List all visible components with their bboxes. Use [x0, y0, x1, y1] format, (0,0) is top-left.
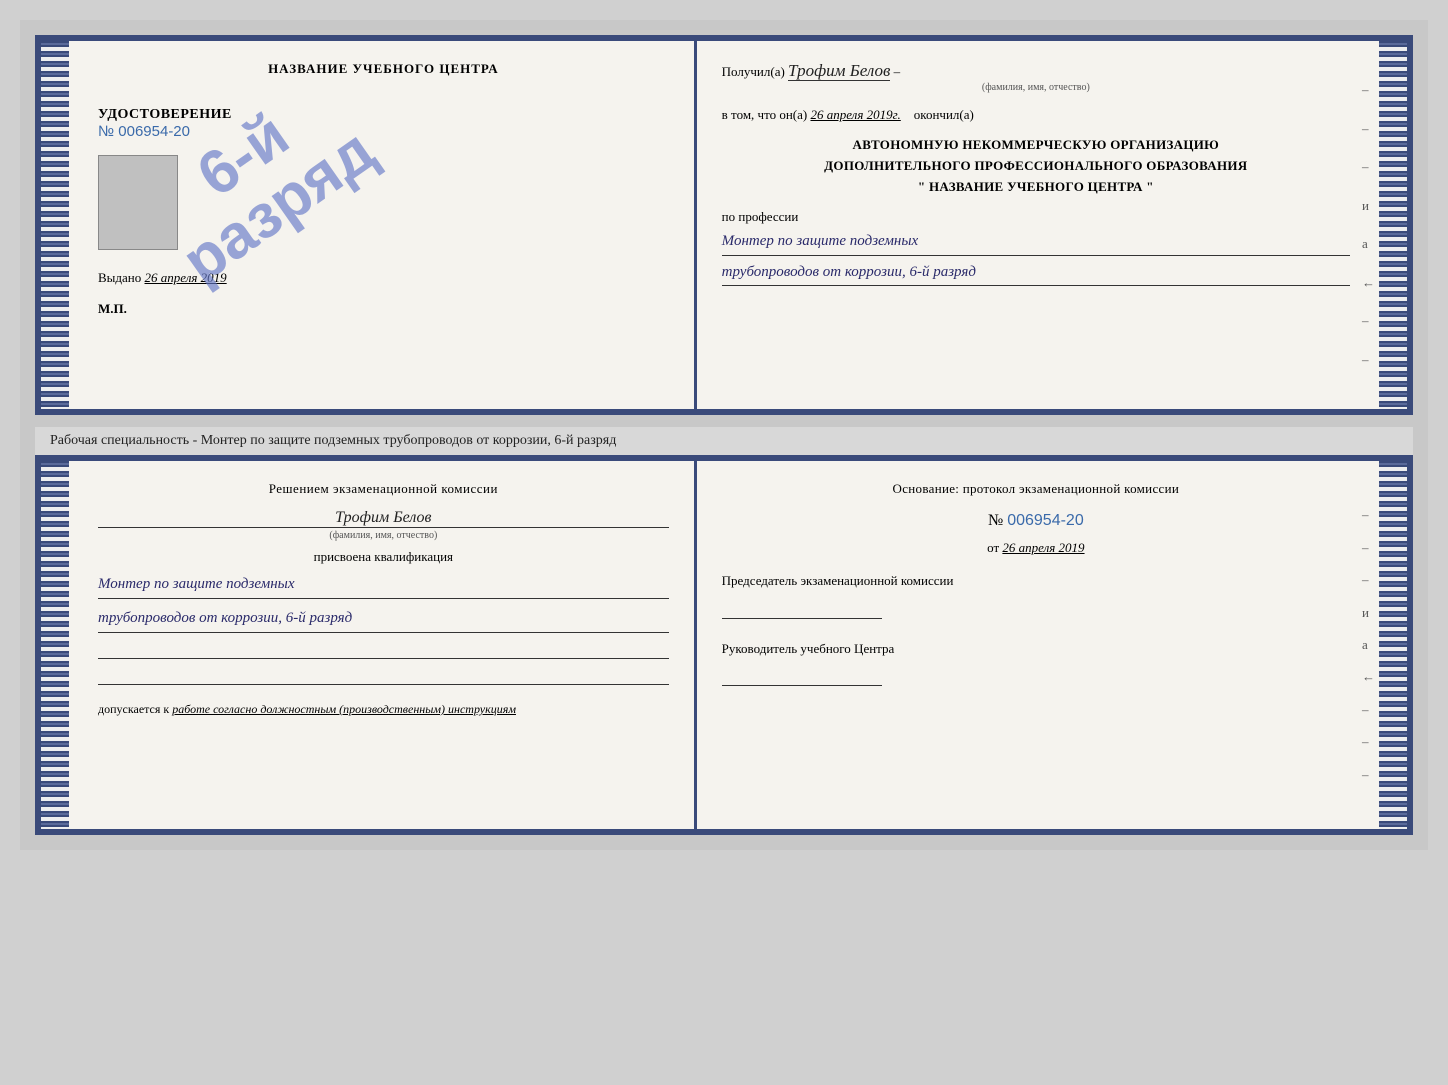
binding-right-top	[1379, 41, 1407, 409]
vydano-date: 26 апреля 2019	[145, 270, 227, 285]
udost-block: УДОСТОВЕРЕНИЕ № 006954-20	[98, 107, 669, 140]
vtom-line: в том, что он(а) 26 апреля 2019г. окончи…	[722, 107, 1350, 123]
osnovanie: Основание: протокол экзаменационной коми…	[722, 481, 1350, 497]
ot-date: от 26 апреля 2019	[722, 540, 1350, 556]
bottom-left-inner: Решением экзаменационной комиссии Трофим…	[98, 481, 669, 718]
udost-number: № 006954-20	[98, 123, 669, 140]
bottom-right-inner: Основание: протокол экзаменационной коми…	[722, 481, 1350, 686]
page-wrapper: НАЗВАНИЕ УЧЕБНОГО ЦЕНТРА 6-й разряд УДОС…	[20, 20, 1428, 850]
ot-date-value: 26 апреля 2019	[1002, 540, 1084, 555]
bottom-cert-right: Основание: протокол экзаменационной коми…	[697, 461, 1407, 829]
separator-text: Рабочая специальность - Монтер по защите…	[35, 427, 1413, 455]
bottom-name: Трофим Белов	[98, 509, 669, 528]
fio-label-bottom: (фамилия, имя, отчество)	[98, 530, 669, 541]
blank-line-2	[98, 665, 669, 685]
predsedatel-podpis	[722, 599, 882, 619]
udost-title: УДОСТОВЕРЕНИЕ	[98, 107, 669, 123]
name-block-bottom: Трофим Белов (фамилия, имя, отчество)	[98, 509, 669, 541]
binding-left-bottom	[41, 461, 69, 829]
top-left-title: НАЗВАНИЕ УЧЕБНОГО ЦЕНТРА	[98, 61, 669, 77]
prisvoena: присвоена квалификация	[98, 549, 669, 565]
kvalif-line1: Монтер по защите подземных	[98, 571, 669, 599]
binding-right-bottom	[1379, 461, 1407, 829]
poluchil-line: Получил(а) Трофим Белов – (фамилия, имя,…	[722, 61, 1350, 93]
dopuskaetsya-block: допускается к работе согласно должностны…	[98, 700, 669, 718]
profession-line2: трубопроводов от коррозии, 6-й разряд	[722, 260, 1350, 287]
mp-line: М.П.	[98, 301, 669, 317]
top-cert-left: НАЗВАНИЕ УЧЕБНОГО ЦЕНТРА 6-й разряд УДОС…	[41, 41, 697, 409]
profession-line1: Монтер по защите подземных	[722, 229, 1350, 256]
kvalif-line2: трубопроводов от коррозии, 6-й разряд	[98, 605, 669, 633]
side-lines-top-right: – – – и а ← – –	[1362, 71, 1375, 379]
predsedatel: Председатель экзаменационной комиссии	[722, 571, 1350, 591]
number-block: № 006954-20	[722, 512, 1350, 530]
top-right-inner: Получил(а) Трофим Белов – (фамилия, имя,…	[722, 61, 1350, 286]
poluchil-name: Трофим Белов	[788, 61, 890, 81]
bottom-cert-left: Решением экзаменационной комиссии Трофим…	[41, 461, 697, 829]
dopusk-cursive: работе согласно должностным (производств…	[172, 702, 516, 716]
blank-line-1	[98, 639, 669, 659]
cert-number-blue: 006954-20	[1007, 512, 1084, 529]
reshen-title: Решением экзаменационной комиссии	[98, 481, 669, 497]
binding-left	[41, 41, 69, 409]
vydano-line: Выдано 26 апреля 2019	[98, 270, 669, 286]
org-block: АВТОНОМНУЮ НЕКОММЕРЧЕСКУЮ ОРГАНИЗАЦИЮ ДО…	[722, 135, 1350, 197]
photo-placeholder	[98, 155, 178, 250]
po-professii: по профессии Монтер по защите подземных …	[722, 209, 1350, 286]
top-certificate: НАЗВАНИЕ УЧЕБНОГО ЦЕНТРА 6-й разряд УДОС…	[35, 35, 1413, 415]
bottom-certificate: Решением экзаменационной комиссии Трофим…	[35, 455, 1413, 835]
fio-label-top: (фамилия, имя, отчество)	[722, 82, 1350, 93]
side-dashes-bottom-right: – – – и а ← – – –	[1362, 491, 1375, 799]
rukovoditel: Руководитель учебного Центра	[722, 639, 1350, 659]
top-left-inner: НАЗВАНИЕ УЧЕБНОГО ЦЕНТРА 6-й разряд УДОС…	[98, 61, 669, 317]
top-cert-right: Получил(а) Трофим Белов – (фамилия, имя,…	[697, 41, 1407, 409]
vtom-date: 26 апреля 2019г.	[810, 107, 900, 122]
rukovoditel-podpis	[722, 666, 882, 686]
